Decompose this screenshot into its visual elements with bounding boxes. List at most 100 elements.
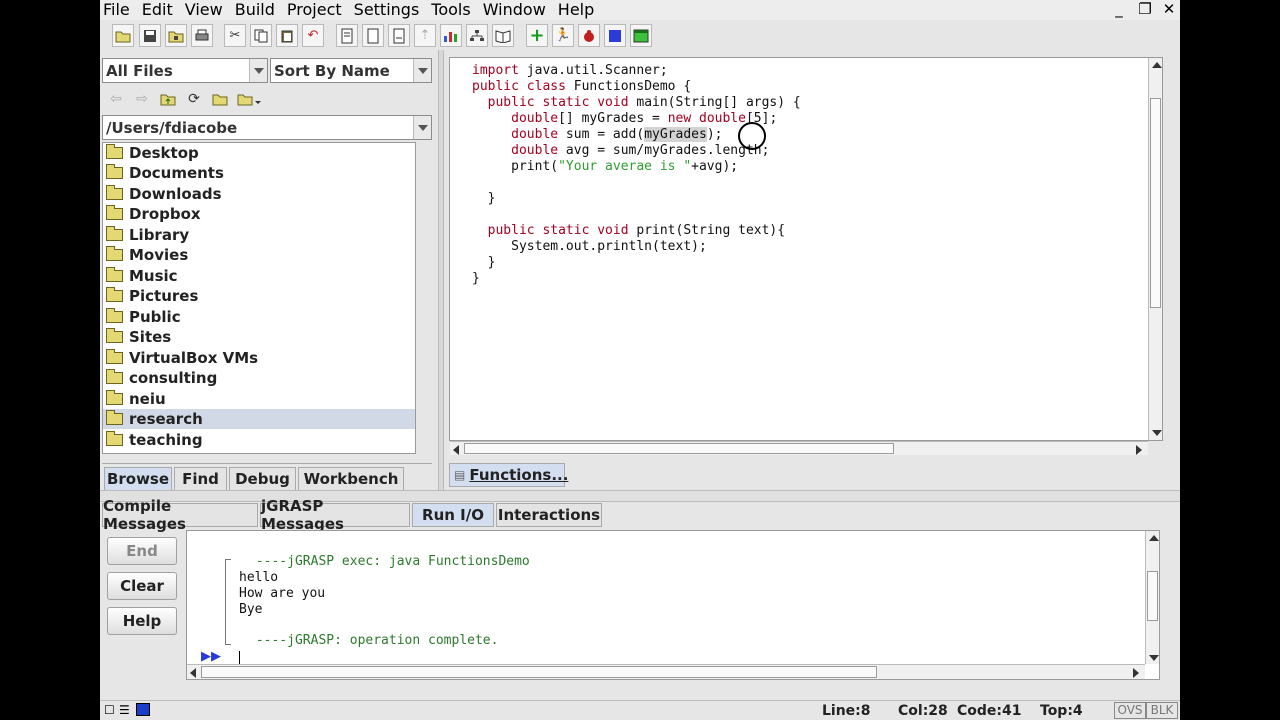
sort-select[interactable]: Sort By Name <box>270 58 432 83</box>
tab-document[interactable]: ▤ Functions... <box>449 463 569 487</box>
menu-help[interactable]: Help <box>558 1 594 19</box>
help-button[interactable]: Help <box>107 607 177 635</box>
print-icon[interactable] <box>191 24 213 47</box>
list-item[interactable]: Sites <box>103 327 415 347</box>
splitter[interactable] <box>102 456 432 464</box>
up-folder-icon[interactable] <box>156 88 180 110</box>
list-item[interactable]: Public <box>103 307 415 327</box>
menu-build[interactable]: Build <box>235 1 275 19</box>
list-item[interactable]: Music <box>103 266 415 286</box>
scroll-thumb[interactable] <box>1150 98 1161 308</box>
restore-button[interactable]: ❐ <box>1134 1 1156 19</box>
list-item[interactable]: Pictures <box>103 286 415 306</box>
bug-icon[interactable] <box>578 24 600 47</box>
file-filter-select[interactable]: All Files <box>102 58 268 83</box>
scroll-left-icon[interactable] <box>190 668 196 678</box>
chevron-down-icon[interactable] <box>413 59 431 82</box>
scroll-thumb[interactable] <box>201 666 877 678</box>
path-select[interactable]: /Users/fdiacobe <box>102 115 432 140</box>
run-figure-icon[interactable]: 🏃 <box>552 24 574 47</box>
tab-compile-messages[interactable]: Compile Messages <box>102 497 258 533</box>
list-item-selected[interactable]: research <box>103 409 415 429</box>
list-item[interactable]: VirtualBox VMs <box>103 348 415 368</box>
document-tab-label: Functions... <box>469 466 569 484</box>
tab-interactions[interactable]: Interactions <box>496 503 602 527</box>
tab-debug[interactable]: Debug <box>229 467 296 491</box>
menu-file[interactable]: File <box>103 1 130 19</box>
scroll-down-icon[interactable] <box>1152 430 1162 436</box>
pin-icon[interactable]: ⇡ <box>414 24 436 47</box>
folder-menu-icon[interactable] <box>234 88 266 110</box>
menu-view[interactable]: View <box>185 1 223 19</box>
menu-window[interactable]: Window <box>483 1 546 19</box>
book-icon[interactable] <box>492 24 514 47</box>
page-icon[interactable] <box>362 24 384 47</box>
green-window-icon[interactable] <box>630 24 652 47</box>
cut-icon[interactable]: ✂ <box>224 24 246 47</box>
scroll-thumb[interactable] <box>1147 571 1158 621</box>
scroll-right-icon[interactable] <box>1133 668 1139 678</box>
scroll-left-icon[interactable] <box>453 445 459 455</box>
scroll-up-icon[interactable] <box>1149 535 1159 541</box>
single-window-icon[interactable]: ☐ <box>104 703 115 717</box>
tab-workbench[interactable]: Workbench <box>298 467 404 491</box>
run-io-console[interactable]: ----jGRASP exec: java FunctionsDemo hell… <box>186 530 1160 680</box>
vertical-splitter[interactable] <box>438 50 444 490</box>
add-icon[interactable]: + <box>526 24 548 47</box>
list-item[interactable]: Desktop <box>103 143 415 163</box>
open-project-icon[interactable] <box>165 24 187 47</box>
end-button[interactable]: End <box>107 537 177 565</box>
console-horizontal-scrollbar[interactable] <box>187 664 1145 679</box>
multi-window-icon[interactable] <box>136 703 150 716</box>
generate-doc-icon[interactable] <box>336 24 358 47</box>
code-editor[interactable]: import java.util.Scanner; public class F… <box>449 57 1163 441</box>
list-window-icon[interactable]: ☰ <box>119 703 130 717</box>
tab-jgrasp-messages[interactable]: jGRASP Messages <box>260 497 410 533</box>
clear-button[interactable]: Clear <box>107 572 177 600</box>
minimize-button[interactable]: _ <box>1108 1 1130 19</box>
block-indicator: BLK <box>1146 702 1178 719</box>
list-item[interactable]: consulting <box>103 368 415 388</box>
close-button[interactable]: ✕ <box>1158 1 1180 19</box>
save-icon[interactable] <box>139 24 161 47</box>
paste-icon[interactable] <box>276 24 298 47</box>
open-folder-icon[interactable] <box>112 24 134 47</box>
overwrite-indicator: OVS <box>1114 702 1146 719</box>
home-folder-icon[interactable] <box>208 88 232 110</box>
scroll-down-icon[interactable] <box>1149 655 1159 661</box>
code-line-14: } <box>472 271 480 286</box>
list-item[interactable]: Downloads <box>103 184 415 204</box>
list-item[interactable]: teaching <box>103 430 415 450</box>
page2-icon[interactable] <box>388 24 410 47</box>
blue-square-icon[interactable] <box>604 24 626 47</box>
menu-tools[interactable]: Tools <box>431 1 470 19</box>
list-item[interactable]: neiu <box>103 389 415 409</box>
mouse-cursor-icon <box>738 122 766 150</box>
menu-edit[interactable]: Edit <box>142 1 173 19</box>
copy-icon[interactable] <box>250 24 272 47</box>
scroll-right-icon[interactable] <box>1136 445 1142 455</box>
editor-horizontal-scrollbar[interactable] <box>450 441 1148 455</box>
undo-icon[interactable]: ↶ <box>302 24 324 47</box>
menu-project[interactable]: Project <box>287 1 342 19</box>
keyword-double: double <box>511 111 559 126</box>
console-vertical-scrollbar[interactable] <box>1145 531 1159 664</box>
chevron-down-icon[interactable] <box>413 116 431 139</box>
tab-find[interactable]: Find <box>174 467 227 491</box>
list-item[interactable]: Dropbox <box>103 204 415 224</box>
list-item[interactable]: Library <box>103 225 415 245</box>
bar-chart-icon[interactable] <box>440 24 462 47</box>
chevron-down-icon[interactable] <box>249 59 267 82</box>
menu-settings[interactable]: Settings <box>354 1 420 19</box>
tree-icon[interactable] <box>466 24 488 47</box>
scroll-up-icon[interactable] <box>1152 62 1162 68</box>
back-icon[interactable]: ⇦ <box>104 88 128 110</box>
tab-browse[interactable]: Browse <box>104 467 172 491</box>
list-item[interactable]: Documents <box>103 163 415 183</box>
editor-vertical-scrollbar[interactable] <box>1148 58 1162 440</box>
scroll-thumb[interactable] <box>464 443 894 454</box>
forward-icon[interactable]: ⇨ <box>130 88 154 110</box>
refresh-icon[interactable]: ⟳ <box>182 88 206 110</box>
list-item[interactable]: Movies <box>103 245 415 265</box>
tab-run-io[interactable]: Run I/O <box>412 503 494 527</box>
